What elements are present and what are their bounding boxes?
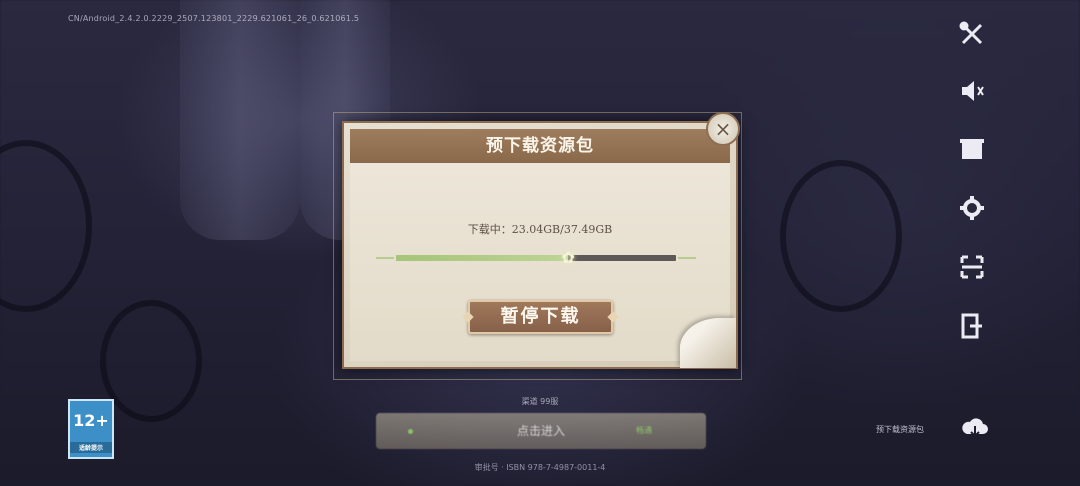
exit-icon[interactable] [956,310,988,342]
download-status-text: 下载中：23.04GB/37.49GB [467,223,613,236]
tools-icon[interactable] [956,18,988,50]
cloud-download-icon[interactable] [960,416,990,440]
pre-download-entry-label[interactable]: 预下载资源包 [876,424,924,435]
progress-ornament-right [678,257,696,259]
progress-ornament-left [376,257,394,259]
dialog-title: 预下载资源包 [350,129,730,163]
legal-footer: 审批号 · ISBN 978-7-4987-0011-4 [474,463,606,472]
server-info: 渠道 99服 [521,397,559,406]
server-status-tag: 畅通 [636,426,652,435]
start-game-bar[interactable]: 点击进入 畅通 [376,413,706,449]
age-rating-subtitle: 适龄提示 [70,442,112,453]
download-progress-fill [396,255,569,261]
background-curtain [180,0,300,240]
sound-icon[interactable] [956,75,988,107]
settings-icon[interactable] [956,192,988,224]
age-rating-badge: 12+ 适龄提示 [68,399,114,459]
background-vine [780,160,902,312]
notice-icon[interactable] [956,133,988,165]
age-rating-number: 12+ [73,411,109,430]
build-info-text: CN/Android_2.4.2.0.2229_2507.123801_2229… [68,14,360,23]
progress-flower-icon: ✿ [561,248,575,267]
status-dot-icon [408,429,413,434]
close-icon[interactable]: × [706,112,740,146]
scan-icon[interactable] [956,251,988,283]
pause-download-button[interactable]: 暂停下载 [468,300,613,334]
download-progress-bar [396,255,676,261]
start-game-label: 点击进入 [516,424,565,438]
